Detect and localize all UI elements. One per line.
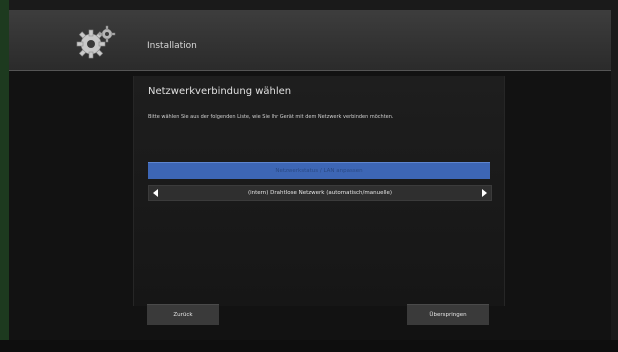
back-button[interactable]: Zurück [147,304,219,325]
skip-button[interactable]: Überspringen [407,304,489,325]
header-bar: Installation [9,10,611,71]
header-title: Installation [147,41,197,51]
installation-screen: Installation Netzwerkverbindung wählen B… [9,10,611,340]
option-wired-network[interactable]: Netzwerkstatus / LAN anpassen [148,162,490,179]
instruction-text: Bitte wählen Sie aus der folgenden Liste… [148,114,394,120]
option-wireless-network[interactable]: (intern) Drahtlose Netzwerk (automatisch… [148,185,492,201]
arrow-right-icon[interactable] [482,189,487,197]
gear-icon [76,25,116,59]
tv-bezel-left [0,0,9,352]
option-wireless-label: (intern) Drahtlose Netzwerk (automatisch… [247,190,393,196]
tv-bezel-bottom [0,340,618,352]
arrow-left-icon[interactable] [153,189,158,197]
page-title: Netzwerkverbindung wählen [148,86,292,97]
option-wired-label: Netzwerkstatus / LAN anpassen [275,168,363,174]
network-selection-panel: Netzwerkverbindung wählen Bitte wählen S… [133,76,505,306]
